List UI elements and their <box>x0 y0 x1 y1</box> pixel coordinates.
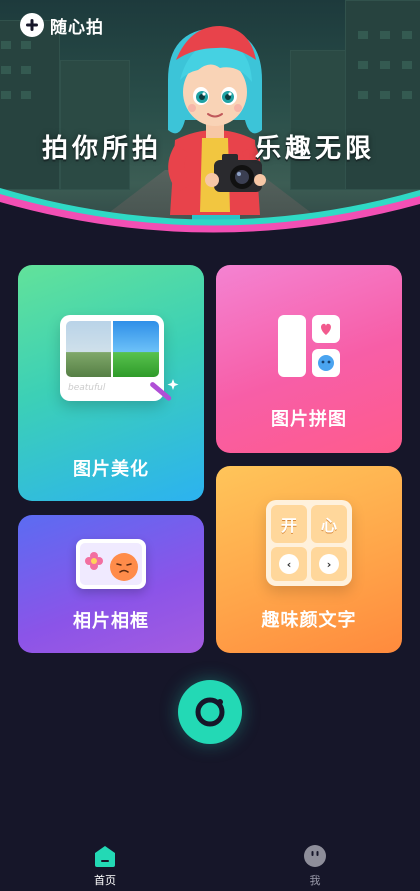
feature-card-photo-beautify[interactable]: beatuful 图片美化 <box>18 265 204 501</box>
emoji-grid-char: 开 <box>271 505 307 543</box>
feature-card-collage[interactable]: 图片拼图 <box>216 265 402 453</box>
feature-card-emoji-text[interactable]: 开 心 ‹ › 趣味颜文字 <box>216 466 402 653</box>
nav-label-me: 我 <box>309 874 321 887</box>
nav-item-home[interactable]: 首页 <box>75 844 135 888</box>
plus-icon <box>20 13 44 37</box>
magic-wand-icon <box>150 379 179 401</box>
photo-caption: beatuful <box>68 383 106 393</box>
camera-button[interactable] <box>178 680 242 744</box>
feature-label: 图片美化 <box>73 459 149 480</box>
emoji-cell-right: › <box>311 547 347 581</box>
banner-wave-decoration <box>0 188 420 245</box>
chevron-left-icon: ‹ <box>279 554 299 574</box>
feature-label: 图片拼图 <box>271 409 347 430</box>
nav-item-me[interactable]: 我 <box>285 844 345 888</box>
feature-label: 相片相框 <box>73 611 149 632</box>
collage-illustration <box>278 315 340 377</box>
feature-card-photo-frame[interactable]: 相片相框 <box>18 515 204 653</box>
building-decoration <box>60 60 130 190</box>
feature-label: 趣味颜文字 <box>261 610 357 631</box>
nav-label-home: 首页 <box>94 874 116 887</box>
emoji-text-illustration: 开 心 ‹ › <box>266 500 352 586</box>
chevron-right-icon: › <box>319 554 339 574</box>
banner-slogan-right: 乐趣无限 <box>255 134 376 164</box>
building-decoration <box>290 50 350 190</box>
app-title: 随心拍 <box>50 17 104 38</box>
profile-icon <box>304 845 326 867</box>
bottom-nav: 首页 我 <box>0 836 420 891</box>
emoji-cell-left: ‹ <box>271 547 307 581</box>
home-icon <box>95 846 115 867</box>
emoji-grid-char: 心 <box>311 505 347 543</box>
photo-frame-illustration <box>76 539 146 589</box>
banner-slogan-left: 拍你所拍 <box>42 134 163 164</box>
hero-banner: 拍你所拍 乐趣无限 随心拍 <box>0 0 420 245</box>
app-header: 随心拍 <box>20 12 104 38</box>
camera-icon <box>195 697 225 727</box>
